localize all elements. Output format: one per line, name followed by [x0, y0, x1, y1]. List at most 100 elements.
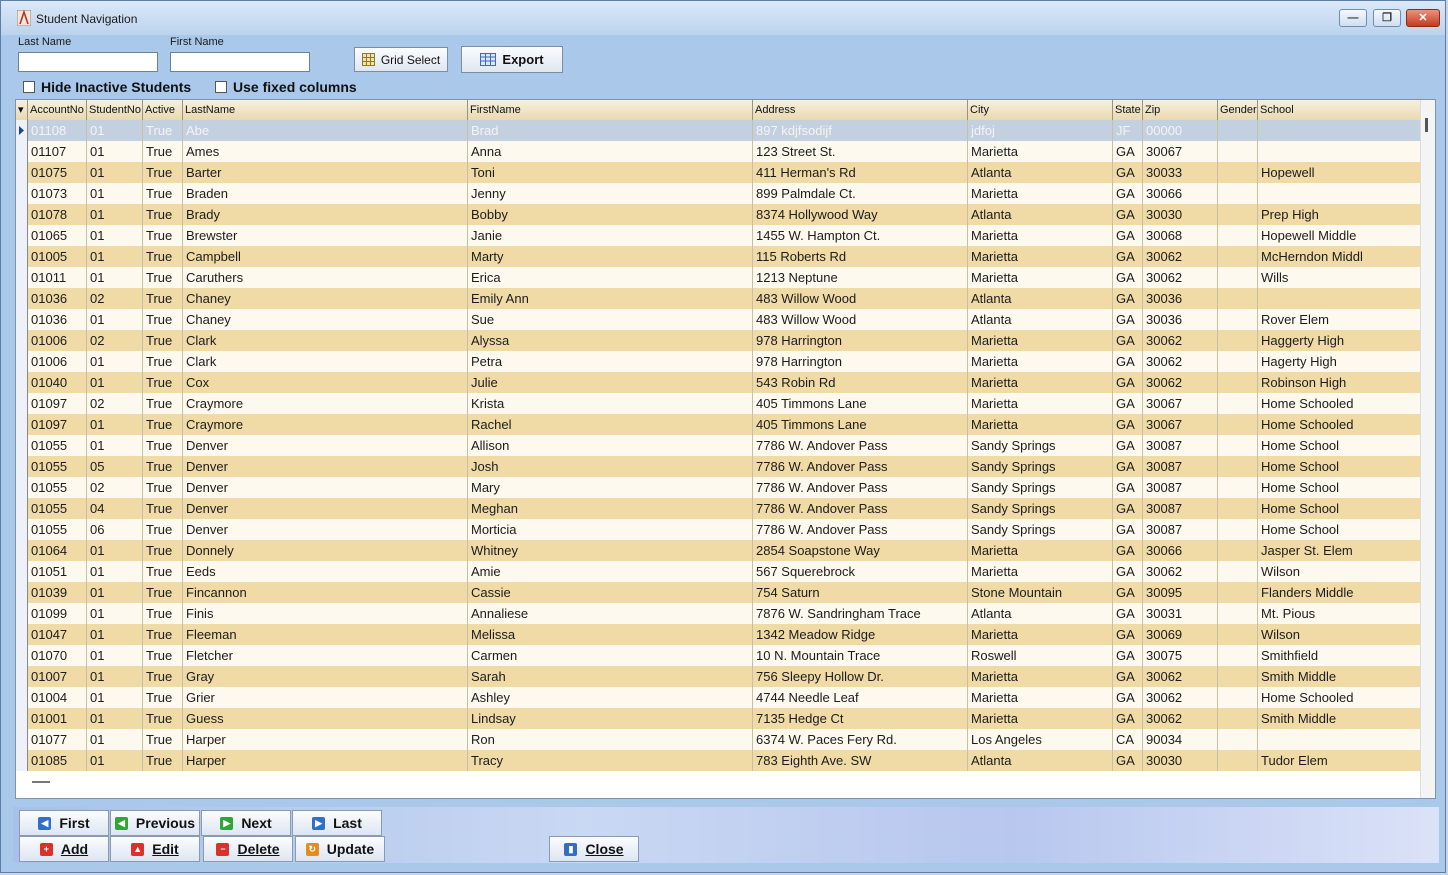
row-selector[interactable]	[16, 246, 28, 267]
first-button[interactable]: ◀ First	[19, 810, 109, 836]
cell-school[interactable]: Tudor Elem	[1258, 750, 1422, 771]
cell-city[interactable]: Marietta	[968, 330, 1113, 351]
cell-address[interactable]: 2854 Soapstone Way	[753, 540, 968, 561]
cell-zip[interactable]: 30062	[1143, 372, 1218, 393]
cell-city[interactable]: Roswell	[968, 645, 1113, 666]
table-row[interactable]: 01055 02 True Denver Mary 7786 W. Andover Pas…	[16, 477, 1422, 498]
cell-zip[interactable]: 30087	[1143, 477, 1218, 498]
cell-first-name[interactable]: Lindsay	[468, 708, 753, 729]
cell-active[interactable]: True	[143, 561, 183, 582]
cell-first-name[interactable]: Cassie	[468, 582, 753, 603]
row-selector[interactable]	[16, 351, 28, 372]
cell-last-name[interactable]: Ames	[183, 141, 468, 162]
cell-last-name[interactable]: Denver	[183, 519, 468, 540]
cell-last-name[interactable]: Fincannon	[183, 582, 468, 603]
cell-zip[interactable]: 30030	[1143, 750, 1218, 771]
cell-account-no[interactable]: 01077	[28, 729, 87, 750]
cell-city[interactable]: Marietta	[968, 372, 1113, 393]
cell-account-no[interactable]: 01051	[28, 561, 87, 582]
cell-first-name[interactable]: Erica	[468, 267, 753, 288]
table-row[interactable]: 01007 01 True Gray Sarah 756 Sleepy Hollow Dr…	[16, 666, 1422, 687]
cell-active[interactable]: True	[143, 540, 183, 561]
table-row[interactable]: 01055 04 True Denver Meghan 7786 W. Andover P…	[16, 498, 1422, 519]
cell-zip[interactable]: 30062	[1143, 666, 1218, 687]
table-row[interactable]: 01108 01 True Abe Brad 897 kdjfsodijf jdfoj JF 0…	[16, 120, 1422, 141]
column-header-school[interactable]: School	[1258, 100, 1422, 120]
cell-last-name[interactable]: Abe	[183, 120, 468, 141]
row-selector[interactable]	[16, 204, 28, 225]
cell-student-no[interactable]: 01	[87, 624, 143, 645]
cell-zip[interactable]: 30062	[1143, 351, 1218, 372]
cell-last-name[interactable]: Chaney	[183, 309, 468, 330]
column-header-account-no[interactable]: AccountNo	[28, 100, 87, 120]
cell-school[interactable]: Mt. Pious	[1258, 603, 1422, 624]
cell-city[interactable]: Marietta	[968, 246, 1113, 267]
cell-zip[interactable]: 30033	[1143, 162, 1218, 183]
cell-school[interactable]: Wills	[1258, 267, 1422, 288]
cell-last-name[interactable]: Barter	[183, 162, 468, 183]
grid-select-button[interactable]: Grid Select	[354, 47, 448, 72]
cell-account-no[interactable]: 01055	[28, 435, 87, 456]
table-row[interactable]: 01075 01 True Barter Toni 411 Herman's Rd Atla…	[16, 162, 1422, 183]
cell-school[interactable]: Home School	[1258, 519, 1422, 540]
scrollbar-thumb[interactable]	[1425, 118, 1428, 132]
cell-address[interactable]: 754 Saturn	[753, 582, 968, 603]
cell-zip[interactable]: 30068	[1143, 225, 1218, 246]
column-header-address[interactable]: Address	[753, 100, 968, 120]
cell-gender[interactable]	[1218, 372, 1258, 393]
cell-school[interactable]: McHerndon Middl	[1258, 246, 1422, 267]
cell-student-no[interactable]: 01	[87, 309, 143, 330]
cell-first-name[interactable]: Meghan	[468, 498, 753, 519]
cell-last-name[interactable]: Clark	[183, 351, 468, 372]
cell-student-no[interactable]: 01	[87, 750, 143, 771]
cell-city[interactable]: Sandy Springs	[968, 519, 1113, 540]
table-row[interactable]: 01097 02 True Craymore Krista 405 Timmons Lan…	[16, 393, 1422, 414]
cell-address[interactable]: 10 N. Mountain Trace	[753, 645, 968, 666]
table-row[interactable]: 01047 01 True Fleeman Melissa 1342 Meadow Rid…	[16, 624, 1422, 645]
cell-address[interactable]: 7876 W. Sandringham Trace	[753, 603, 968, 624]
cell-gender[interactable]	[1218, 540, 1258, 561]
cell-student-no[interactable]: 02	[87, 330, 143, 351]
cell-address[interactable]: 783 Eighth Ave. SW	[753, 750, 968, 771]
cell-last-name[interactable]: Denver	[183, 477, 468, 498]
row-selector[interactable]	[16, 708, 28, 729]
cell-city[interactable]: Sandy Springs	[968, 477, 1113, 498]
cell-first-name[interactable]: Whitney	[468, 540, 753, 561]
cell-state[interactable]: GA	[1113, 540, 1143, 561]
cell-zip[interactable]: 30075	[1143, 645, 1218, 666]
row-selector[interactable]	[16, 162, 28, 183]
cell-active[interactable]: True	[143, 183, 183, 204]
cell-last-name[interactable]: Harper	[183, 750, 468, 771]
cell-account-no[interactable]: 01097	[28, 414, 87, 435]
cell-state[interactable]: JF	[1113, 120, 1143, 141]
column-header-city[interactable]: City	[968, 100, 1113, 120]
cell-state[interactable]: GA	[1113, 624, 1143, 645]
close-window-button[interactable]: ✕	[1406, 9, 1440, 27]
cell-address[interactable]: 756 Sleepy Hollow Dr.	[753, 666, 968, 687]
cell-account-no[interactable]: 01001	[28, 708, 87, 729]
cell-school[interactable]: Home Schooled	[1258, 414, 1422, 435]
cell-first-name[interactable]: Tracy	[468, 750, 753, 771]
cell-address[interactable]: 897 kdjfsodijf	[753, 120, 968, 141]
cell-last-name[interactable]: Chaney	[183, 288, 468, 309]
cell-active[interactable]: True	[143, 477, 183, 498]
cell-account-no[interactable]: 01055	[28, 498, 87, 519]
cell-state[interactable]: GA	[1113, 645, 1143, 666]
cell-address[interactable]: 978 Harrington	[753, 330, 968, 351]
cell-school[interactable]: Home School	[1258, 477, 1422, 498]
cell-account-no[interactable]: 01040	[28, 372, 87, 393]
update-button[interactable]: ↻ Update	[295, 836, 385, 862]
cell-zip[interactable]: 30066	[1143, 183, 1218, 204]
cell-school[interactable]: Haggerty High	[1258, 330, 1422, 351]
cell-state[interactable]: GA	[1113, 267, 1143, 288]
cell-first-name[interactable]: Emily Ann	[468, 288, 753, 309]
cell-active[interactable]: True	[143, 750, 183, 771]
cell-active[interactable]: True	[143, 729, 183, 750]
cell-zip[interactable]: 30067	[1143, 414, 1218, 435]
cell-first-name[interactable]: Morticia	[468, 519, 753, 540]
cell-first-name[interactable]: Marty	[468, 246, 753, 267]
close-button[interactable]: ▮ Close	[549, 836, 639, 862]
cell-zip[interactable]: 30031	[1143, 603, 1218, 624]
cell-city[interactable]: Atlanta	[968, 309, 1113, 330]
cell-student-no[interactable]: 06	[87, 519, 143, 540]
